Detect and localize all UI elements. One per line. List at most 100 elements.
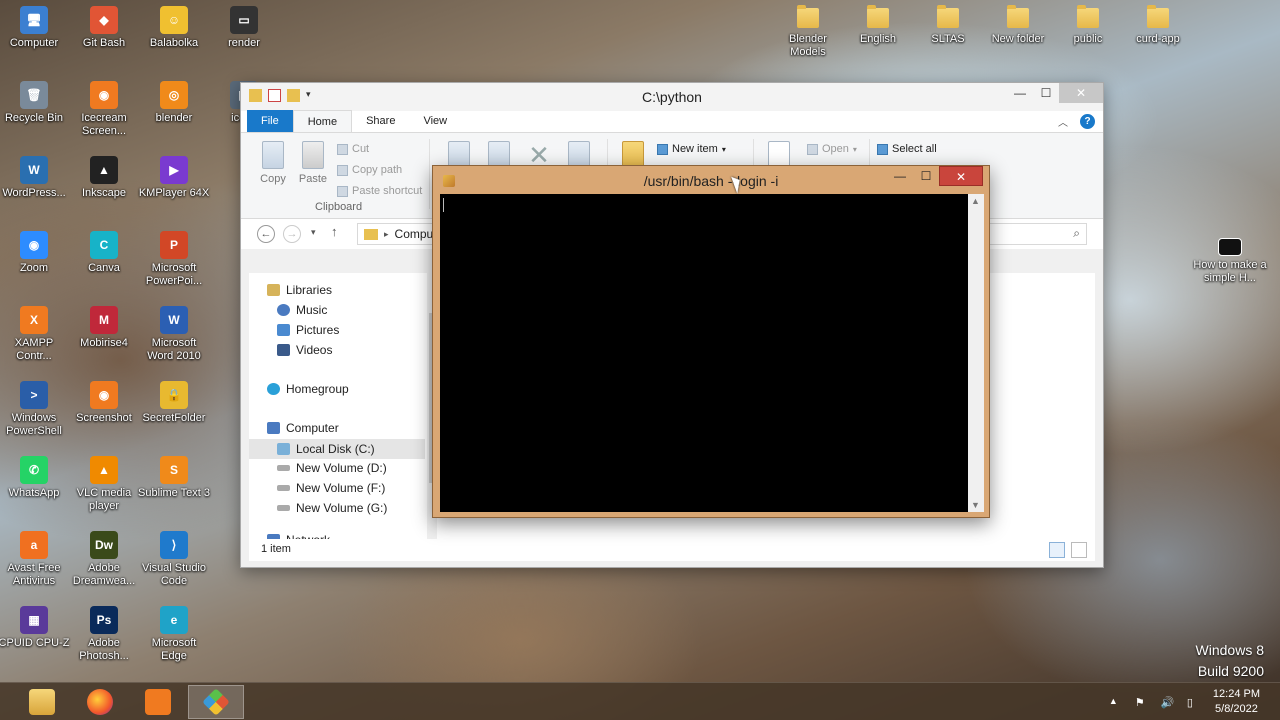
desktop-icon[interactable]: 🔒 SecretFolder — [138, 381, 210, 425]
ribbon-tabs: File Home Share View ︿ ? — [241, 110, 1103, 133]
desktop-icon[interactable]: ◎ blender — [138, 81, 210, 125]
desktop-icon[interactable]: ▭ render — [208, 6, 280, 50]
tab-view[interactable]: View — [409, 110, 461, 132]
clock[interactable]: 12:24 PM 5/8/2022 — [1213, 687, 1260, 717]
close-button[interactable]: ✕ — [1059, 83, 1103, 103]
desktop-icon[interactable]: S Sublime Text 3 — [138, 456, 210, 500]
desktop-icon[interactable]: e Microsoft Edge — [138, 606, 210, 663]
desktop-icon[interactable]: ☺ Balabolka — [138, 6, 210, 50]
taskbar-icecream-recorder[interactable] — [130, 685, 186, 719]
paste-shortcut-button[interactable]: Paste shortcut — [337, 185, 422, 197]
maximize-button[interactable]: ☐ — [1033, 83, 1059, 103]
desktop-icon[interactable]: > Windows PowerShell — [0, 381, 70, 438]
desktop-icon[interactable]: P Microsoft PowerPoi... — [138, 231, 210, 288]
new-item-button[interactable]: New item ▾ — [657, 143, 726, 155]
desktop-folder[interactable]: curd-app — [1122, 5, 1194, 46]
desktop-folder-label: public — [1073, 33, 1103, 45]
copy-path-button[interactable]: Copy path — [337, 164, 402, 176]
desktop-icon[interactable]: a Avast Free Antivirus — [0, 531, 70, 588]
nav-music[interactable]: Music — [277, 303, 327, 317]
battery-icon[interactable]: ▯ — [1187, 696, 1201, 709]
desktop-icon[interactable]: ▲ VLC media player — [68, 456, 140, 513]
desktop-icon[interactable]: W WordPress... — [0, 156, 70, 200]
desktop-icon[interactable]: 🗑 Recycle Bin — [0, 81, 70, 125]
back-button[interactable]: ← — [257, 225, 275, 243]
scroll-down-icon[interactable]: ▼ — [971, 500, 980, 510]
action-center-flag-icon[interactable]: ⚑ — [1135, 696, 1149, 709]
large-icons-view-icon[interactable] — [1071, 542, 1087, 558]
terminal-scrollbar[interactable]: ▲ ▼ — [968, 194, 984, 512]
app-icon: 🖥 — [20, 6, 48, 34]
cut-button[interactable]: Cut — [337, 143, 369, 155]
up-button[interactable]: ↑ — [331, 224, 338, 239]
explorer-titlebar[interactable]: ▾ C:\python — ☐ ✕ — [241, 83, 1103, 111]
desktop-icon[interactable]: C Canva — [68, 231, 140, 275]
select-all-button[interactable]: Select all — [877, 143, 937, 155]
desktop-icon[interactable]: W Microsoft Word 2010 — [138, 306, 210, 363]
bash-terminal-window[interactable]: /usr/bin/bash --login -i — ☐ ✕ ▲ ▼ — [432, 165, 990, 518]
volume-icon[interactable]: 🔊 — [1161, 696, 1175, 709]
app-icon: a — [20, 531, 48, 559]
app-icon: ◉ — [20, 231, 48, 259]
tab-share[interactable]: Share — [352, 110, 409, 132]
desktop-icon[interactable]: ⟩ Visual Studio Code — [138, 531, 210, 588]
desktop-icon[interactable]: Ps Adobe Photosh... — [68, 606, 140, 663]
collapse-ribbon-icon[interactable]: ︿ — [1058, 114, 1068, 129]
nav-label: Libraries — [286, 283, 333, 297]
desktop-icon[interactable]: ◉ Icecream Screen... — [68, 81, 140, 138]
desktop-folder[interactable]: English — [842, 5, 914, 46]
app-icon: ☺ — [160, 6, 188, 34]
nav-libraries[interactable]: Libraries — [267, 283, 332, 297]
desktop-icon[interactable]: ◉ Screenshot — [68, 381, 140, 425]
minimize-button[interactable]: — — [1007, 83, 1033, 103]
terminal-screen[interactable] — [440, 194, 968, 512]
desktop-icon[interactable]: X XAMPP Contr... — [0, 306, 70, 363]
nav-label: Local Disk (C:) — [296, 442, 375, 456]
desktop-icon[interactable]: ✆ WhatsApp — [0, 456, 70, 500]
desktop-icon[interactable]: ◆ Git Bash — [68, 6, 140, 50]
nav-homegroup[interactable]: Homegroup — [267, 382, 349, 396]
nav-pictures[interactable]: Pictures — [277, 323, 339, 337]
terminal-window-controls: — ☐ ✕ — [887, 166, 983, 186]
minimize-button[interactable]: — — [887, 166, 913, 186]
tab-file[interactable]: File — [247, 110, 293, 132]
close-button[interactable]: ✕ — [939, 166, 983, 186]
open-button[interactable]: Open ▾ — [807, 143, 857, 155]
nav-volume-f[interactable]: New Volume (F:) — [277, 481, 385, 495]
maximize-button[interactable]: ☐ — [913, 166, 939, 186]
app-icon: Dw — [90, 531, 118, 559]
nav-local-disk-c[interactable]: Local Disk (C:) — [249, 439, 425, 459]
nav-computer[interactable]: Computer — [267, 421, 339, 435]
details-view-icon[interactable] — [1049, 542, 1065, 558]
desktop-icon[interactable]: ◉ Zoom — [0, 231, 70, 275]
nav-volume-d[interactable]: New Volume (D:) — [277, 461, 387, 475]
desktop-icon-label: Windows PowerShell — [6, 412, 62, 437]
taskbar-firefox[interactable] — [72, 685, 128, 719]
forward-button[interactable]: → — [283, 225, 301, 243]
cut-label: Cut — [352, 143, 370, 155]
search-input[interactable]: ⌕ — [977, 223, 1087, 245]
taskbar-file-explorer[interactable] — [14, 685, 70, 719]
paste-button[interactable]: Paste — [295, 141, 331, 185]
desktop-icon[interactable]: Dw Adobe Dreamwea... — [68, 531, 140, 588]
nav-volume-g[interactable]: New Volume (G:) — [277, 501, 387, 515]
desktop-folder[interactable]: SLTAS — [912, 5, 984, 46]
scroll-up-icon[interactable]: ▲ — [971, 196, 980, 206]
desktop-folder[interactable]: Blender Models — [772, 5, 844, 59]
desktop-icon[interactable]: ▲ Inkscape — [68, 156, 140, 200]
desktop-folder[interactable]: public — [1052, 5, 1124, 46]
show-hidden-icons-icon[interactable]: ▲ — [1109, 696, 1123, 708]
desktop-folder[interactable]: New folder — [982, 5, 1054, 46]
recent-locations-icon[interactable]: ▾ — [311, 227, 316, 238]
tab-home[interactable]: Home — [292, 110, 353, 132]
desktop-icon[interactable]: ▶ KMPlayer 64X — [138, 156, 210, 200]
nav-videos[interactable]: Videos — [277, 343, 332, 357]
taskbar-git-bash[interactable] — [188, 685, 244, 719]
help-icon[interactable]: ? — [1080, 114, 1095, 129]
copy-button[interactable]: Copy — [255, 141, 291, 185]
desktop-icon[interactable]: ▦ CPUID CPU-Z — [0, 606, 70, 650]
desktop-shortcut-video[interactable]: How to make a simple H... — [1192, 238, 1268, 285]
desktop-icon[interactable]: 🖥 Computer — [0, 6, 70, 50]
copy-label: Copy — [260, 173, 286, 185]
desktop-icon[interactable]: M Mobirise4 — [68, 306, 140, 350]
